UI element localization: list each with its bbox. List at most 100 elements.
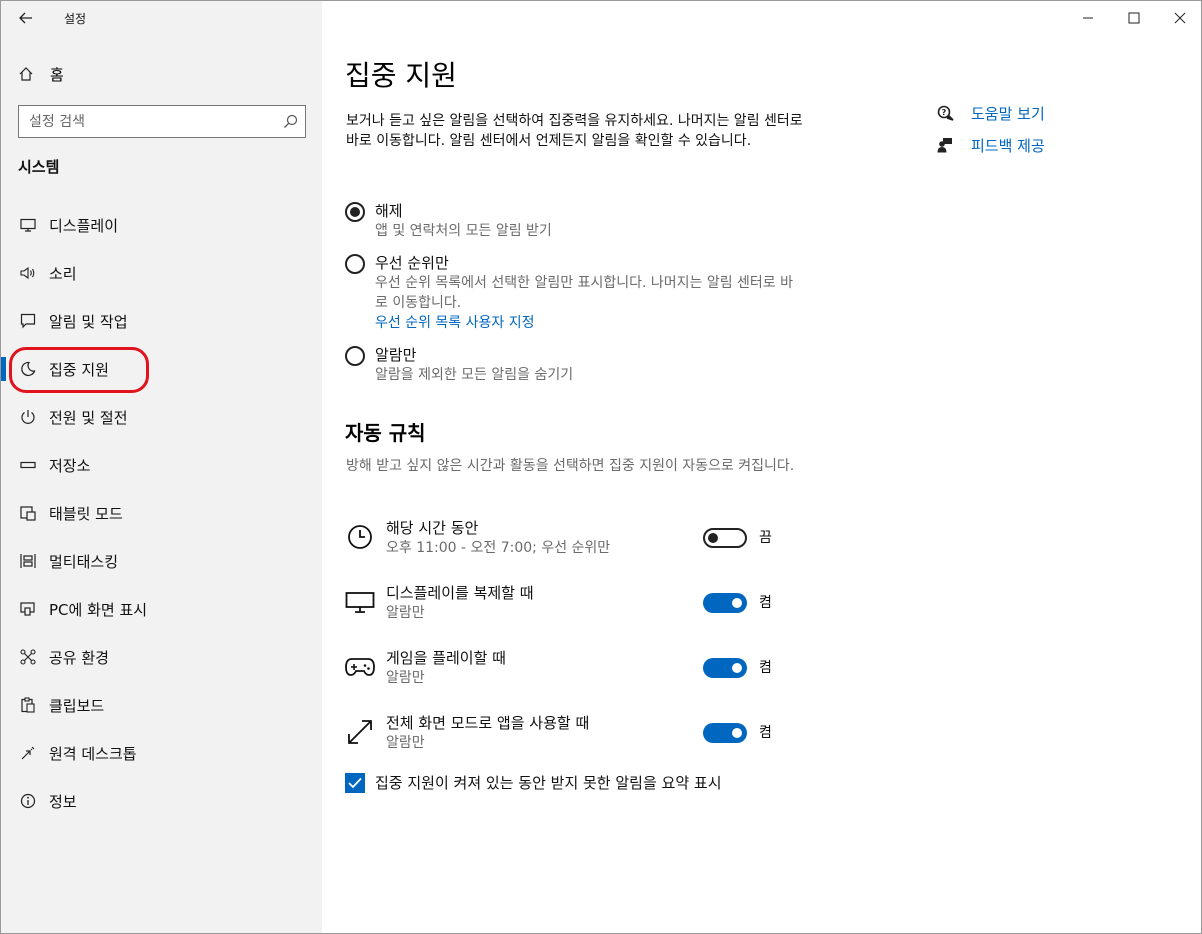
sidebar-item-label: 공유 환경 <box>49 648 109 667</box>
sidebar-item-multitasking[interactable]: 멀티태스킹 <box>1 537 322 585</box>
auto-rules-heading: 자동 규칙 <box>345 421 426 445</box>
sidebar-item-label: 소리 <box>49 264 77 283</box>
sidebar-item-sound[interactable]: 소리 <box>1 249 322 297</box>
settings-window: 설정 홈 시스템 디스플레이 소리 <box>0 0 1202 934</box>
sidebar-item-shared-experiences[interactable]: 공유 환경 <box>1 633 322 681</box>
customize-priority-list-link[interactable]: 우선 순위 목록 사용자 지정 <box>375 313 795 333</box>
sidebar-item-storage[interactable]: 저장소 <box>1 441 322 489</box>
sidebar-item-label: 전원 및 절전 <box>49 408 128 427</box>
page-title: 집중 지원 <box>345 59 457 92</box>
search-icon[interactable] <box>283 114 298 133</box>
rule-title: 해당 시간 동안 <box>386 519 479 537</box>
sidebar-item-power[interactable]: 전원 및 절전 <box>1 393 322 441</box>
fullscreen-icon <box>345 717 375 747</box>
sidebar-item-label: 원격 데스크톱 <box>49 744 137 763</box>
help-link-label: 도움말 보기 <box>971 104 1045 123</box>
sidebar-item-about[interactable]: 정보 <box>1 777 322 825</box>
help-chat-icon: ? <box>937 105 957 121</box>
option-label: 해제 <box>375 202 403 220</box>
option-off[interactable]: 해제 앱 및 연락처의 모든 알림 받기 <box>345 201 795 241</box>
rule-subtitle: 알람만 <box>386 605 425 621</box>
window-controls <box>1065 1 1201 35</box>
option-priority-only[interactable]: 우선 순위만 우선 순위 목록에서 선택한 알림만 표시합니다. 나머지는 알림… <box>345 253 795 333</box>
sidebar-item-label: PC에 화면 표시 <box>49 600 148 619</box>
rule-during-these-times[interactable]: 해당 시간 동안 오후 11:00 - 오전 7:00; 우선 순위만 끔 <box>345 518 785 562</box>
rule-fullscreen-app[interactable]: 전체 화면 모드로 앱을 사용할 때 알람만 켬 <box>345 713 785 757</box>
project-icon <box>18 599 38 619</box>
summary-checkbox-row[interactable]: 집중 지원이 켜져 있는 동안 받지 못한 알림을 요약 표시 <box>345 772 722 793</box>
rule-subtitle: 알람만 <box>386 670 425 686</box>
clock-icon <box>345 522 375 552</box>
home-label: 홈 <box>50 65 64 84</box>
rule-title: 디스플레이를 복제할 때 <box>386 584 534 602</box>
option-description: 알람을 제외한 모든 알림을 숨기기 <box>375 367 574 383</box>
back-button[interactable] <box>11 6 41 30</box>
toggle-state: 켬 <box>759 725 772 741</box>
clipboard-icon <box>18 695 38 715</box>
sidebar-item-label: 클립보드 <box>49 696 105 715</box>
rule-toggle[interactable] <box>703 528 747 548</box>
sidebar-item-clipboard[interactable]: 클립보드 <box>1 681 322 729</box>
home-link[interactable]: 홈 <box>18 61 64 87</box>
multitasking-icon <box>18 551 38 571</box>
radio-alarms-only[interactable] <box>345 346 365 366</box>
app-title: 설정 <box>64 12 87 26</box>
rule-title: 게임을 플레이할 때 <box>386 649 506 667</box>
minimize-button[interactable] <box>1065 1 1111 35</box>
main-content: 집중 지원 보거나 듣고 싶은 알림을 선택하여 집중력을 유지하세요. 나머지… <box>322 1 1201 933</box>
notification-icon <box>18 311 38 331</box>
sidebar-item-label: 저장소 <box>49 456 91 475</box>
summary-checkbox[interactable] <box>345 772 365 793</box>
option-alarms-only[interactable]: 알람만 알람을 제외한 모든 알림을 숨기기 <box>345 345 795 385</box>
sidebar-item-label: 멀티태스킹 <box>49 552 119 571</box>
sidebar-item-tablet-mode[interactable]: 태블릿 모드 <box>1 489 322 537</box>
close-button[interactable] <box>1157 1 1201 35</box>
auto-rules-description: 방해 받고 싶지 않은 시간과 활동을 선택하면 집중 지원이 자동으로 켜집니… <box>346 458 795 474</box>
rule-toggle[interactable] <box>703 658 747 678</box>
sidebar-item-label: 디스플레이 <box>49 216 119 235</box>
storage-icon <box>18 455 38 475</box>
tablet-icon <box>18 503 38 523</box>
back-arrow-icon <box>19 12 32 24</box>
sidebar: 설정 홈 시스템 디스플레이 소리 <box>1 1 322 933</box>
section-label: 시스템 <box>18 158 60 176</box>
rule-toggle[interactable] <box>703 593 747 613</box>
radio-off[interactable] <box>345 202 365 222</box>
rule-duplicating-display[interactable]: 디스플레이를 복제할 때 알람만 켬 <box>345 583 785 627</box>
minimize-icon <box>1083 17 1093 19</box>
summary-checkbox-label: 집중 지원이 켜져 있는 동안 받지 못한 알림을 요약 표시 <box>375 774 722 792</box>
rule-title: 전체 화면 모드로 앱을 사용할 때 <box>386 714 590 732</box>
display-icon <box>18 215 38 235</box>
help-link[interactable]: ? 도움말 보기 <box>937 101 1045 125</box>
feedback-link[interactable]: 피드백 제공 <box>937 133 1045 157</box>
checkmark-icon <box>348 777 362 788</box>
option-description: 앱 및 연락처의 모든 알림 받기 <box>375 223 552 239</box>
option-label: 알람만 <box>375 346 417 364</box>
sidebar-item-display[interactable]: 디스플레이 <box>1 201 322 249</box>
search-input[interactable] <box>29 112 269 132</box>
sidebar-item-label: 정보 <box>49 792 77 811</box>
rule-toggle[interactable] <box>703 723 747 743</box>
highlight-annotation <box>9 347 149 393</box>
gamepad-icon <box>345 652 375 682</box>
toggle-state: 켬 <box>759 660 772 676</box>
search-box[interactable] <box>18 105 306 138</box>
sidebar-item-remote-desktop[interactable]: 원격 데스크톱 <box>1 729 322 777</box>
info-icon <box>18 791 38 811</box>
svg-text:?: ? <box>942 108 947 117</box>
radio-priority-only[interactable] <box>345 254 365 274</box>
toggle-state: 켬 <box>759 595 772 611</box>
related-links: ? 도움말 보기 피드백 제공 <box>937 101 1045 165</box>
maximize-button[interactable] <box>1111 1 1157 35</box>
sidebar-item-label: 알림 및 작업 <box>49 312 128 331</box>
feedback-icon <box>937 137 957 153</box>
option-description: 우선 순위 목록에서 선택한 알림만 표시합니다. 나머지는 알림 센터로 바로… <box>375 275 794 311</box>
speaker-icon <box>18 263 38 283</box>
home-icon <box>18 66 38 82</box>
maximize-icon <box>1128 12 1140 24</box>
rule-playing-game[interactable]: 게임을 플레이할 때 알람만 켬 <box>345 648 785 692</box>
sidebar-item-notifications[interactable]: 알림 및 작업 <box>1 297 322 345</box>
sidebar-item-project[interactable]: PC에 화면 표시 <box>1 585 322 633</box>
remote-desktop-icon <box>18 743 38 763</box>
option-label: 우선 순위만 <box>375 254 449 272</box>
